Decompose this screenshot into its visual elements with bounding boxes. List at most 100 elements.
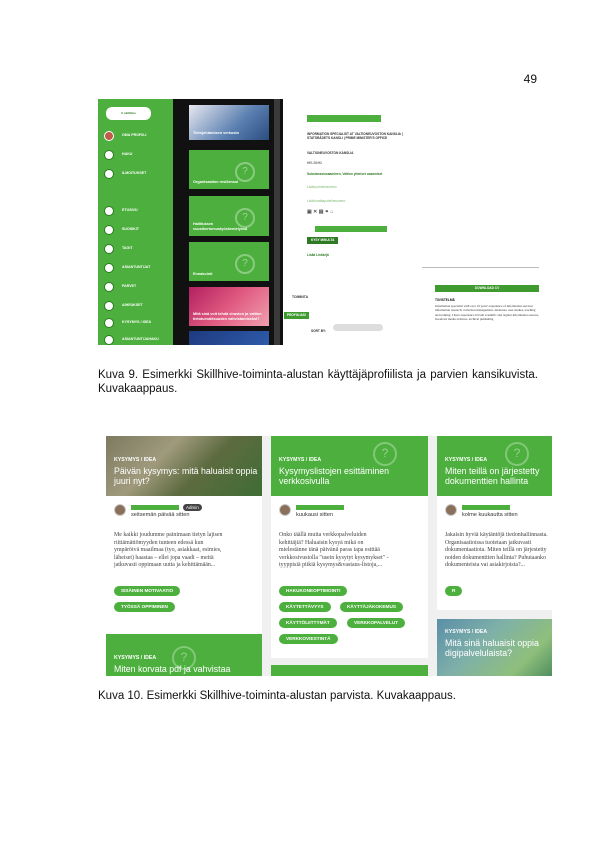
card-title[interactable]: Päivän kysymys: mitä haluaisit oppia juu… [114, 466, 262, 486]
swarm-card[interactable]: ? KYSYMYS / IDEA Miten teillä on järjest… [437, 436, 552, 610]
excerpt-line: läheiset) haastaa – ellei jopa vaadi – m… [114, 554, 214, 561]
avatar [445, 504, 457, 516]
nav-item[interactable]: OMA PROFIILI [104, 131, 172, 141]
nav-item[interactable]: ASIANTUNTIJAHAKU [104, 335, 172, 345]
skillhive-logo: ti skillhive [106, 107, 151, 120]
card-title[interactable]: Kysymyslistojen esittäminen verkkosivull… [279, 466, 428, 486]
nav-item[interactable]: TAGIT [104, 244, 172, 254]
card-cover: ? KYSYMYS / IDEA Kysymyslistojen esittäm… [271, 436, 428, 496]
ask-me-button[interactable]: KYSY MINULTA [307, 237, 339, 244]
card-cover-image: KYSYMYS / IDEA Mitä sinä haluaisit oppia… [437, 619, 552, 676]
card-title[interactable]: Mitä sinä haluaisit oppia digipalvelulai… [445, 638, 550, 658]
tag-chip[interactable]: KÄYTTÖLIITTYMÄT [279, 618, 337, 628]
swarm-card[interactable]: KYSYMYS / IDEA Päivän kysymys: mitä halu… [106, 436, 262, 641]
author-name-bar [131, 505, 179, 510]
gallery-scrollbar[interactable] [274, 99, 280, 345]
add-mobile-link[interactable]: Lisää matkapuhelinnumero [307, 199, 407, 204]
nav-label: ASIANTUNTIJAT [122, 265, 151, 269]
profile-title: INFORMATION SPECIALIST AT VALTIONEUVOSTO… [307, 132, 403, 140]
excerpt-line: tyyppisiä pitkiä kysymys&vastaus-listoja… [279, 562, 383, 569]
nav-item[interactable]: PARVET [104, 282, 172, 292]
nav-label: ETUSIVU [122, 208, 138, 212]
nav-label: TAGIT [122, 246, 133, 250]
add-links-link[interactable]: Lisää Linkkejä [307, 253, 407, 258]
card-cover-image: KYSYMYS / IDEA Päivän kysymys: mitä halu… [106, 436, 262, 496]
nav-label: KYSYMYS / IDEA [122, 320, 152, 324]
add-phone-link[interactable]: Lisää puhelinnumero [307, 185, 407, 190]
excerpt-line: mielestänne tänä päivänä paras tapa esit… [279, 547, 380, 554]
question-icon: ? [505, 442, 529, 466]
tile-label: Tietojohtamisen verkosto [193, 130, 239, 135]
card-title[interactable]: Miten korvata pdf ja vahvistaa [114, 664, 262, 675]
tag-chip[interactable]: VERKKOVIESTINTÄ [279, 634, 338, 644]
nav-item[interactable]: ETUSIVU [104, 206, 172, 216]
swarm-cover-tile[interactable]: Minkälaista tuottajatyötä sinä haluaisit… [189, 331, 269, 345]
tag-chip[interactable]: SISÄINEN MOTIVAATIO [114, 586, 181, 596]
avatar [114, 504, 126, 516]
tag-chip[interactable]: KÄYTETTÄVYYS [279, 602, 331, 612]
nav-icon [104, 282, 114, 292]
tag-chip[interactable]: KÄYTTÄJÄKOKEMUS [340, 602, 403, 612]
card-excerpt: Me kaikki joudumme painimaan tietyn laji… [114, 532, 222, 570]
tag-chip[interactable]: R [445, 586, 463, 596]
nav-icon [104, 335, 114, 345]
divider [422, 267, 539, 268]
nav-label: ILMOITUKSET [122, 171, 147, 175]
email-bar [315, 226, 387, 232]
figure-9-screenshot: ti skillhive OMA PROFIILI HAKU ILMOITUKSET… [98, 99, 539, 345]
swarm-cover-tile[interactable]: ? Organisaation resilienssi [189, 150, 269, 189]
swarm-cover-tile[interactable]: Mitä sinä voit tehdä viraston ja valtion… [189, 287, 269, 326]
cv-heading: TIIVISTELMÄ [435, 298, 455, 302]
swarm-cover-tile[interactable]: ? Ennakointi [189, 242, 269, 281]
cv-panel: DOWNLOAD CV TIIVISTELMÄ Information spec… [422, 99, 539, 345]
swarm-card[interactable]: KYSYMYS / IDEA Mitä sinä haluaisit oppia… [437, 619, 552, 676]
tile-label: Hallituksen vuosikertomustyöskentelyssä [193, 222, 248, 231]
swarm-card[interactable] [271, 665, 428, 676]
activity-tab[interactable]: TOIMINTA [292, 295, 308, 299]
nav-item[interactable]: ILMOITUKSET [104, 169, 172, 179]
profile-location: HELSINKI [307, 161, 322, 165]
tag-chip[interactable]: VERKKOPALVELUT [347, 618, 406, 628]
nav-icon [104, 301, 114, 311]
excerpt-line: dokumenteista vai asiakirjoista?... [445, 562, 525, 569]
nav-icon [104, 225, 114, 235]
nav-icon [104, 150, 114, 160]
card-cover: ? KYSYMYS / IDEA Miten teillä on järjest… [437, 436, 552, 496]
tag-chip[interactable]: HAKUKONEOPTIMOINTI [279, 586, 348, 596]
card-title[interactable]: Miten teillä on järjestetty dokumenttien… [445, 466, 550, 486]
excerpt-line: jatkuvasti oppimaan uutta ja kehittämään… [114, 562, 216, 569]
download-cv-button[interactable]: DOWNLOAD CV [435, 285, 539, 292]
page-number: 49 [523, 72, 537, 86]
nav-icon [104, 244, 114, 254]
author-name-bar [462, 505, 510, 510]
sort-toggle[interactable] [333, 324, 383, 331]
profile-tag[interactable]: PROFIILIASI [284, 312, 309, 319]
swarm-card[interactable]: ? KYSYMYS / IDEA Miten korvata pdf ja va… [106, 634, 262, 676]
nav-item[interactable]: HAKU [104, 150, 172, 160]
card-time: kuukausi sitten [296, 512, 334, 518]
swarm-cover-tile[interactable]: Tietojohtamisen verkosto [189, 105, 269, 140]
card-tag: KYSYMYS / IDEA [445, 457, 488, 463]
cv-summary: Information specialist with over 10 year… [435, 304, 539, 321]
excerpt-line: Me kaikki joudumme painimaan tietyn laji… [114, 532, 223, 538]
nav-item[interactable]: SUOSIKIT [104, 225, 172, 235]
nav-label: AIHEUKSET [122, 303, 143, 307]
swarm-cover-tile[interactable]: ? Hallituksen vuosikertomustyöskentelyssä [189, 196, 269, 236]
card-time: seitsemän päivää sitten [131, 512, 190, 518]
social-icons[interactable]: ▣ ✕ ▤ ⚭ ⌂ [307, 210, 407, 215]
swarm-card[interactable]: ? KYSYMYS / IDEA Kysymyslistojen esittäm… [271, 436, 428, 658]
card-cover [271, 665, 428, 676]
activity-section: TOIMINTA PROFIILIASI SORT BY: [284, 271, 427, 345]
card-excerpt: Jakaisin hyviä käytäntöjä tiedonhallinna… [445, 532, 551, 570]
nav-icon [104, 206, 114, 216]
sort-label: SORT BY: [311, 329, 326, 333]
profile-skills[interactable]: Substanssiosaaminen, Valtion yhteiset os… [307, 172, 407, 177]
nav-item[interactable]: ASIANTUNTIJAT [104, 263, 172, 273]
tag-chip[interactable]: TYÖSSÄ OPPIMINEN [114, 602, 175, 612]
avatar [279, 504, 291, 516]
author-name-bar [296, 505, 344, 510]
nav-item[interactable]: KYSYMYS / IDEA [104, 318, 172, 328]
swarm-cover-gallery: Tietojohtamisen verkosto ? Organisaation r… [173, 99, 283, 345]
profile-panel: INFORMATION SPECIALIST AT VALTIONEUVOSTO… [284, 99, 427, 271]
nav-item[interactable]: AIHEUKSET [104, 301, 172, 311]
